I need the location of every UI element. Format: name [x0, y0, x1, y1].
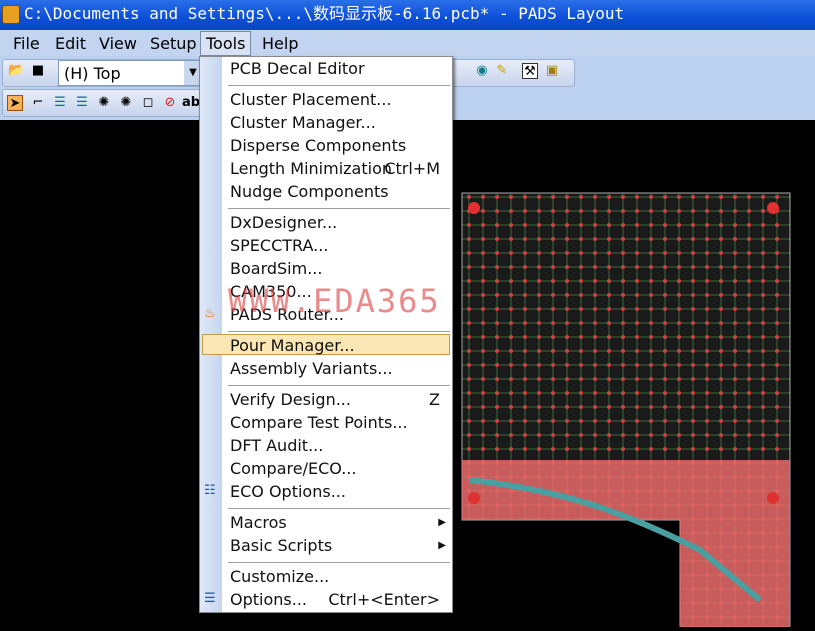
options-icon: ☰	[204, 591, 216, 606]
menu-item-boardsim[interactable]: BoardSim...	[230, 258, 322, 280]
shape-icon[interactable]: ◻	[140, 95, 156, 111]
save-icon[interactable]: ■	[30, 63, 46, 79]
menu-setup[interactable]: Setup	[150, 34, 197, 53]
window-title: C:\Documents and Settings\...\数码显示板-6.16…	[24, 4, 625, 23]
menu-item-pour-manager[interactable]: Pour Manager...	[230, 335, 355, 357]
no-icon[interactable]: ⊘	[162, 95, 178, 111]
menu-item-compare-eco[interactable]: Compare/ECO...	[230, 458, 356, 480]
window-folder-icon[interactable]: ▣	[544, 63, 560, 79]
layers-icon[interactable]: ☰	[52, 95, 68, 111]
menu-separator	[228, 331, 450, 332]
menu-file[interactable]: File	[13, 34, 40, 53]
zoom-icon[interactable]: ◉	[474, 63, 490, 79]
tools-menu: PCB Decal Editor Cluster Placement... Cl…	[199, 56, 453, 613]
menu-item-dft-audit[interactable]: DFT Audit...	[230, 435, 323, 457]
menu-item-specctra[interactable]: SPECCTRA...	[230, 235, 328, 257]
menu-item-length-minimization[interactable]: Length Minimization	[230, 158, 392, 180]
eco-options-icon: ☷	[204, 483, 216, 498]
menu-item-basic-scripts[interactable]: Basic Scripts	[230, 535, 332, 557]
menu-item-eco-options[interactable]: ECO Options...	[230, 481, 346, 503]
menu-item-verify-design[interactable]: Verify Design...	[230, 389, 351, 411]
layer-value: (H) Top	[64, 64, 121, 83]
route2-icon[interactable]: ✺	[118, 95, 134, 111]
menu-item-compare-test-points[interactable]: Compare Test Points...	[230, 412, 408, 434]
menu-item-disperse-components[interactable]: Disperse Components	[230, 135, 406, 157]
menu-item-nudge-components[interactable]: Nudge Components	[230, 181, 389, 203]
menu-item-assembly-variants[interactable]: Assembly Variants...	[230, 358, 393, 380]
menu-item-pcb-decal-editor[interactable]: PCB Decal Editor	[230, 58, 365, 80]
shortcut-length-minimization: Ctrl+M	[384, 159, 440, 178]
layer-select[interactable]: (H) Top ▼	[58, 60, 203, 86]
menu-item-cluster-placement[interactable]: Cluster Placement...	[230, 89, 392, 111]
menu-item-cluster-manager[interactable]: Cluster Manager...	[230, 112, 376, 134]
menu-item-options[interactable]: Options...	[230, 589, 307, 611]
brush-icon[interactable]: ✎	[494, 63, 510, 79]
menu-help[interactable]: Help	[262, 34, 298, 53]
menu-item-customize[interactable]: Customize...	[230, 566, 329, 588]
menu-item-pads-router[interactable]: PADS Router...	[230, 304, 344, 326]
layers2-icon[interactable]: ☰	[74, 95, 90, 111]
route-icon[interactable]: ✺	[96, 95, 112, 111]
menu-separator	[228, 85, 450, 86]
menu-separator	[228, 208, 450, 209]
menu-view[interactable]: View	[99, 34, 137, 53]
menu-item-macros[interactable]: Macros	[230, 512, 287, 534]
menu-bar: File Edit View Setup Tools Help	[0, 30, 815, 56]
menu-separator	[228, 385, 450, 386]
select-mode-icon[interactable]: ⌐	[30, 95, 46, 111]
text-tool[interactable]: ab	[182, 95, 200, 111]
menu-item-cam350[interactable]: CAM350...	[230, 281, 312, 303]
menu-edit[interactable]: Edit	[55, 34, 86, 53]
open-icon[interactable]: 📂	[8, 63, 24, 79]
app-icon	[2, 5, 20, 24]
menu-tools[interactable]: Tools	[200, 31, 252, 56]
title-bar: C:\Documents and Settings\...\数码显示板-6.16…	[0, 0, 815, 30]
menu-separator	[228, 562, 450, 563]
router-icon: ♨	[204, 306, 216, 321]
submenu-arrow-icon: ▶	[438, 517, 446, 528]
shortcut-verify-design: Z	[429, 390, 440, 409]
hammer-icon[interactable]: ⚒	[522, 63, 538, 79]
menu-separator	[228, 508, 450, 509]
select-icon[interactable]: ➤	[7, 95, 23, 111]
shortcut-options: Ctrl+<Enter>	[328, 590, 440, 609]
submenu-arrow-icon: ▶	[438, 540, 446, 551]
menu-item-dxdesigner[interactable]: DxDesigner...	[230, 212, 337, 234]
